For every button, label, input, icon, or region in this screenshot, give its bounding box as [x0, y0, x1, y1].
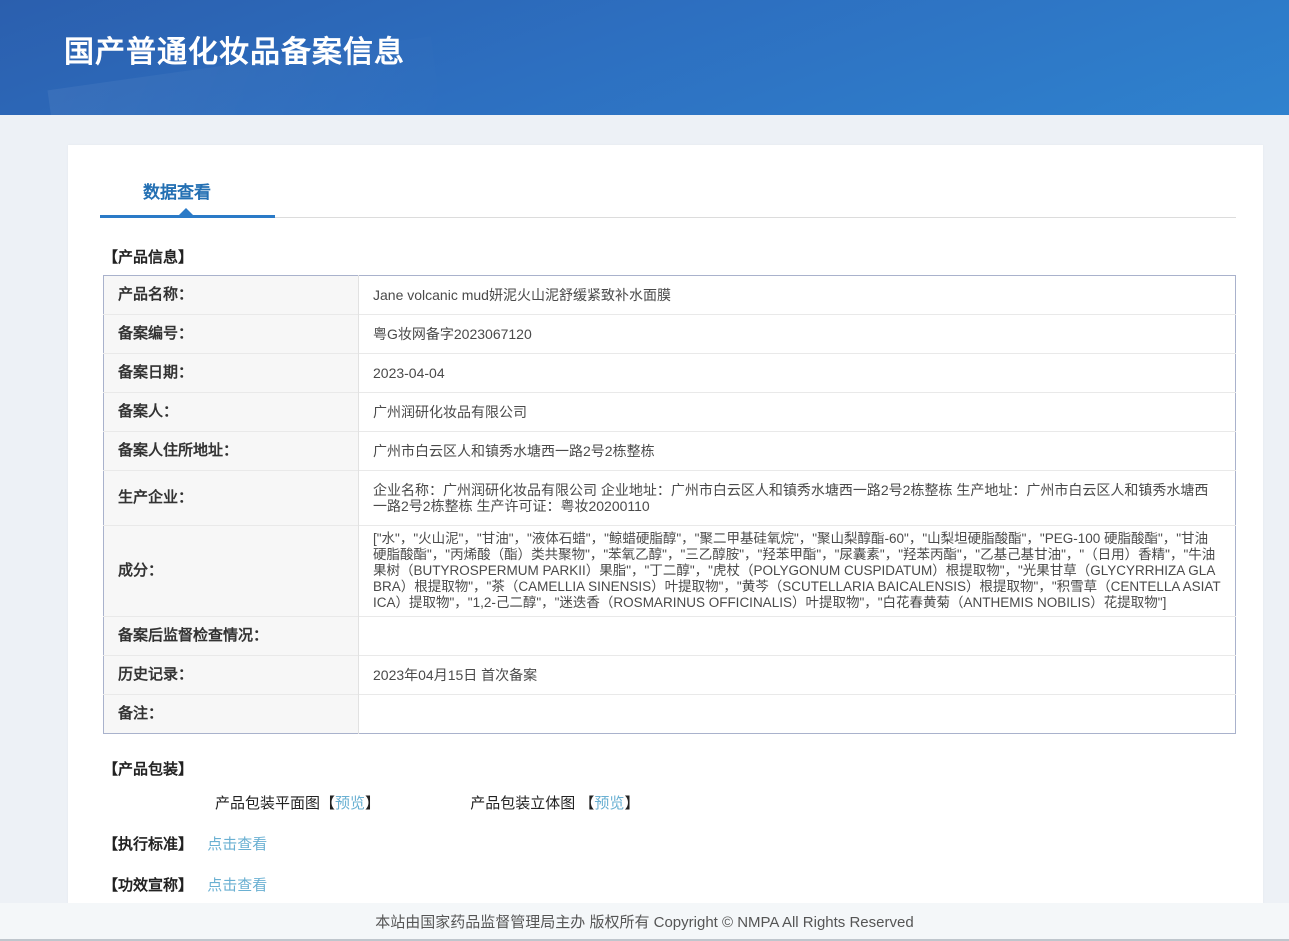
row-label: 备案编号： — [104, 315, 359, 354]
table-row: 历史记录： 2023年04月15日 首次备案 — [104, 656, 1236, 695]
row-label: 成分： — [104, 526, 359, 617]
row-value: 广州市白云区人和镇秀水塘西一路2号2栋整栋 — [359, 432, 1236, 471]
table-row: 备案日期： 2023-04-04 — [104, 354, 1236, 393]
row-value: 粤G妆网备字2023067120 — [359, 315, 1236, 354]
table-row: 备案后监督检查情况： — [104, 617, 1236, 656]
row-label: 历史记录： — [104, 656, 359, 695]
bracket-open: 【 — [320, 795, 335, 812]
row-label: 备注： — [104, 695, 359, 734]
bracket-close: 】 — [365, 795, 380, 812]
table-row: 备案编号： 粤G妆网备字2023067120 — [104, 315, 1236, 354]
table-row: 备案人： 广州润研化妆品有限公司 — [104, 393, 1236, 432]
row-value: Jane volcanic mud妍泥火山泥舒缓紧致补水面膜 — [359, 276, 1236, 315]
table-row: 成分： ["水"，"火山泥"，"甘油"，"液体石蜡"，"鲸蜡硬脂醇"，"聚二甲基… — [104, 526, 1236, 617]
product-info-table: 产品名称： Jane volcanic mud妍泥火山泥舒缓紧致补水面膜 备案编… — [103, 275, 1236, 734]
packaging-flat-preview-link[interactable]: 预览 — [335, 795, 365, 812]
bracket-close: 】 — [624, 795, 639, 812]
execution-standard-row: 【执行标准】 点击查看 — [103, 833, 1263, 854]
packaging-section-title: 【产品包装】 — [103, 758, 1263, 779]
row-value: 2023年04月15日 首次备案 — [359, 656, 1236, 695]
tab-underline — [100, 217, 1236, 218]
tab-active-arrow-icon — [178, 208, 194, 216]
packaging-row: 产品包装平面图【预览】 产品包装立体图 【预览】 — [103, 792, 1263, 813]
product-info-table-body: 产品名称： Jane volcanic mud妍泥火山泥舒缓紧致补水面膜 备案编… — [104, 276, 1236, 734]
tab-data-view[interactable]: 数据查看 — [143, 178, 211, 217]
row-value: 企业名称：广州润研化妆品有限公司 企业地址：广州市白云区人和镇秀水塘西一路2号2… — [359, 471, 1236, 526]
table-row: 备注： — [104, 695, 1236, 734]
page-header: 国产普通化妆品备案信息 — [0, 0, 1289, 115]
table-row: 生产企业： 企业名称：广州润研化妆品有限公司 企业地址：广州市白云区人和镇秀水塘… — [104, 471, 1236, 526]
copyright-text: 本站由国家药品监督管理局主办 版权所有 Copyright © NMPA All… — [375, 911, 913, 932]
row-label: 备案人住所地址： — [104, 432, 359, 471]
row-label: 备案日期： — [104, 354, 359, 393]
row-value: 2023-04-04 — [359, 354, 1236, 393]
efficacy-claim-label: 【功效宣称】 — [103, 877, 193, 894]
packaging-3d-label: 产品包装立体图 — [470, 795, 579, 812]
content-card: 数据查看 【产品信息】 产品名称： Jane volcanic mud妍泥火山泥… — [68, 145, 1263, 941]
packaging-flat-item: 产品包装平面图【预览】 — [215, 795, 384, 812]
packaging-3d-preview-link[interactable]: 预览 — [594, 795, 624, 812]
row-value — [359, 695, 1236, 734]
page-footer: 本站由国家药品监督管理局主办 版权所有 Copyright © NMPA All… — [0, 903, 1289, 939]
row-label: 产品名称： — [104, 276, 359, 315]
row-value: 广州润研化妆品有限公司 — [359, 393, 1236, 432]
execution-standard-label: 【执行标准】 — [103, 836, 193, 853]
product-info-section-title: 【产品信息】 — [103, 246, 1263, 267]
page-title: 国产普通化妆品备案信息 — [0, 0, 1289, 71]
row-value: ["水"，"火山泥"，"甘油"，"液体石蜡"，"鲸蜡硬脂醇"，"聚二甲基硅氧烷"… — [359, 526, 1236, 617]
bracket-open: 【 — [579, 795, 594, 812]
efficacy-claim-view-link[interactable]: 点击查看 — [207, 877, 267, 894]
packaging-flat-label: 产品包装平面图 — [215, 795, 320, 812]
tab-bar: 数据查看 — [68, 145, 1263, 218]
row-label: 备案人： — [104, 393, 359, 432]
row-value — [359, 617, 1236, 656]
table-row: 备案人住所地址： 广州市白云区人和镇秀水塘西一路2号2栋整栋 — [104, 432, 1236, 471]
efficacy-claim-row: 【功效宣称】 点击查看 — [103, 874, 1263, 895]
packaging-3d-item: 产品包装立体图 【预览】 — [470, 795, 639, 812]
row-label: 生产企业： — [104, 471, 359, 526]
execution-standard-view-link[interactable]: 点击查看 — [207, 836, 267, 853]
row-label: 备案后监督检查情况： — [104, 617, 359, 656]
table-row: 产品名称： Jane volcanic mud妍泥火山泥舒缓紧致补水面膜 — [104, 276, 1236, 315]
